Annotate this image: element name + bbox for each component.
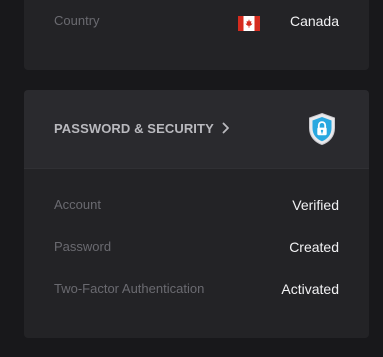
password-label: Password (54, 239, 112, 254)
account-label: Account (54, 197, 101, 212)
chevron-right-icon (222, 122, 229, 134)
password-row: Password Created (54, 238, 339, 256)
account-row: Account Verified (54, 196, 339, 214)
country-label: Country (54, 13, 100, 28)
account-status: Verified (292, 197, 339, 213)
password-security-title: PASSWORD & SECURITY (54, 120, 214, 136)
two-factor-status: Activated (281, 281, 339, 297)
password-status: Created (289, 239, 339, 255)
country-value: Canada (289, 13, 339, 29)
country-row: Country Canada (54, 12, 339, 31)
canada-flag-icon (238, 16, 260, 31)
shield-lock-icon (309, 112, 335, 146)
country-card: Country Canada (24, 0, 369, 70)
password-security-link[interactable]: PASSWORD & SECURITY (54, 120, 231, 136)
two-factor-label: Two-Factor Authentication (54, 281, 205, 296)
password-security-header: PASSWORD & SECURITY (24, 90, 369, 169)
two-factor-row: Two-Factor Authentication Activated (54, 280, 339, 298)
password-security-card: PASSWORD & SECURITY Account Verified Pas… (24, 90, 369, 338)
